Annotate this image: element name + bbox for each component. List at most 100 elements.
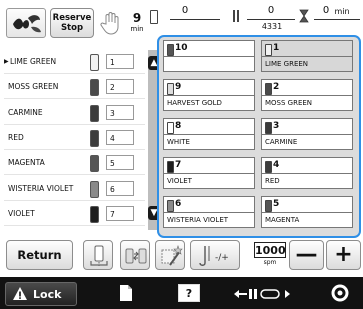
color-order-name: LIME GREEN xyxy=(265,60,309,68)
color-order-name: WHITE xyxy=(167,138,190,146)
color-order-number: 1 xyxy=(273,43,280,53)
thread-spool-icon xyxy=(90,205,99,223)
thread-list-item[interactable]: RED 4 xyxy=(4,126,145,150)
min-unit-1: min xyxy=(130,25,144,33)
color-spool-icon xyxy=(265,83,272,95)
minus-icon: — xyxy=(295,242,318,267)
color-spool-icon xyxy=(265,200,272,212)
thread-list-item[interactable]: MAGENTA 5 xyxy=(4,151,145,176)
color-order-number: 4 xyxy=(273,160,280,170)
color-order-number: 6 xyxy=(175,199,182,209)
thread-number: 4 xyxy=(106,129,134,145)
lock-button[interactable]: Lock xyxy=(5,282,77,306)
reserve-stop-label-line2: Stop xyxy=(60,23,84,33)
color-order-name: RED xyxy=(265,177,280,185)
color-spool-icon xyxy=(167,122,174,134)
color-spool-icon xyxy=(265,44,272,56)
thread-list-item[interactable]: VIOLET 7 xyxy=(4,202,145,226)
document-icon[interactable] xyxy=(119,284,133,302)
return-label: Return xyxy=(17,248,62,262)
help-icon: ? xyxy=(185,287,193,300)
reserve-stop-button[interactable]: Reserve Stop xyxy=(50,8,94,38)
thread-spool-icon xyxy=(150,10,158,24)
color-spool-icon xyxy=(167,161,174,173)
min-unit-2: min xyxy=(334,7,350,16)
cell-divider xyxy=(164,173,254,174)
thread-spool-icon xyxy=(90,155,99,173)
speed-value: 1000 xyxy=(254,242,286,258)
thread-spool-icon xyxy=(90,54,99,71)
reserve-stop-label-line1: Reserve xyxy=(52,13,92,23)
color-spool-icon xyxy=(167,83,174,95)
thread-list-item[interactable]: CARMINE 3 xyxy=(4,101,145,125)
hand-stop-icon xyxy=(100,10,124,36)
color-order-cell[interactable]: 9 HARVEST GOLD xyxy=(163,79,255,111)
frame-move-icon[interactable] xyxy=(233,286,291,300)
pattern-thumbnail[interactable] xyxy=(6,8,46,38)
speed-unit: spm xyxy=(263,259,277,266)
thread-name: LIME GREEN xyxy=(10,57,57,66)
color-order-name: CARMINE xyxy=(265,138,298,146)
thread-spool-button[interactable] xyxy=(83,240,113,270)
swap-colors-button[interactable] xyxy=(120,240,150,270)
color-spool-icon xyxy=(167,200,174,212)
color-order-number: 2 xyxy=(273,82,280,92)
thread-number: 2 xyxy=(106,79,134,95)
current-marker-icon: ▶ xyxy=(4,58,9,65)
thread-number: 6 xyxy=(106,180,134,196)
color-spool-icon xyxy=(265,161,272,173)
thread-name: WISTERIA VIOLET xyxy=(8,183,74,193)
help-button[interactable]: ? xyxy=(178,284,200,302)
color-order-name: HARVEST GOLD xyxy=(167,99,222,107)
speed-decrease-button[interactable]: — xyxy=(289,240,324,270)
settings-icon[interactable] xyxy=(330,283,350,303)
thread-spool-icon xyxy=(90,129,99,147)
color-order-cell[interactable]: 4 RED xyxy=(261,157,353,189)
thread-name: MAGENTA xyxy=(8,158,45,168)
color-order-name: WISTERIA VIOLET xyxy=(167,216,229,224)
cell-divider xyxy=(164,56,254,57)
cell-divider xyxy=(164,95,254,96)
thread-name: MOSS GREEN xyxy=(8,82,59,92)
color-order-number: 8 xyxy=(175,121,182,131)
counter-b-bar xyxy=(247,19,295,20)
cell-divider xyxy=(262,173,352,174)
thread-list-item[interactable]: MOSS GREEN 2 xyxy=(4,75,145,100)
thread-spool-icon xyxy=(90,104,99,122)
color-order-cell[interactable]: 5 MAGENTA xyxy=(261,196,353,228)
color-order-cell[interactable]: 8 WHITE xyxy=(163,118,255,150)
color-order-name: MAGENTA xyxy=(265,216,300,224)
swap-spools-icon xyxy=(125,248,147,264)
needle-icon xyxy=(232,8,240,22)
thread-trim-button[interactable]: -/+ xyxy=(190,240,240,270)
color-order-cell[interactable]: 3 CARMINE xyxy=(261,118,353,150)
cell-divider xyxy=(164,134,254,135)
cell-divider xyxy=(262,212,352,213)
time-bar xyxy=(314,19,360,20)
color-order-cell[interactable]: 6 WISTERIA VIOLET xyxy=(163,196,255,228)
cell-divider xyxy=(262,134,352,135)
color-order-cell[interactable]: 1 LIME GREEN xyxy=(261,40,353,72)
color-order-name: VIOLET xyxy=(167,177,192,185)
needle-adjust-icon: -/+ xyxy=(199,246,229,266)
color-spool-icon xyxy=(265,122,272,134)
color-order-number: 7 xyxy=(175,160,182,170)
speed-display: 1000 spm xyxy=(254,242,286,268)
thread-name: RED xyxy=(8,132,24,142)
color-order-cell[interactable]: 10 xyxy=(163,40,255,72)
speed-increase-button[interactable]: + xyxy=(326,240,361,270)
cell-divider xyxy=(262,56,352,57)
color-order-cell[interactable]: 2 MOSS GREEN xyxy=(261,79,353,111)
color-order-number: 3 xyxy=(273,121,280,131)
thread-list-item[interactable]: ▶ LIME GREEN 1 xyxy=(4,50,145,74)
thread-list-item[interactable]: WISTERIA VIOLET 6 xyxy=(4,177,145,201)
magic-wand-icon xyxy=(161,245,183,266)
color-order-cell[interactable]: 7 VIOLET xyxy=(163,157,255,189)
wizard-edit-button[interactable] xyxy=(155,240,185,270)
hourglass-icon xyxy=(299,8,309,23)
thread-number: 7 xyxy=(106,205,134,221)
thread-number: 5 xyxy=(106,155,134,171)
thread-spool-icon xyxy=(90,180,99,198)
spool-pointer-icon xyxy=(90,245,108,267)
return-button[interactable]: Return xyxy=(6,240,73,270)
